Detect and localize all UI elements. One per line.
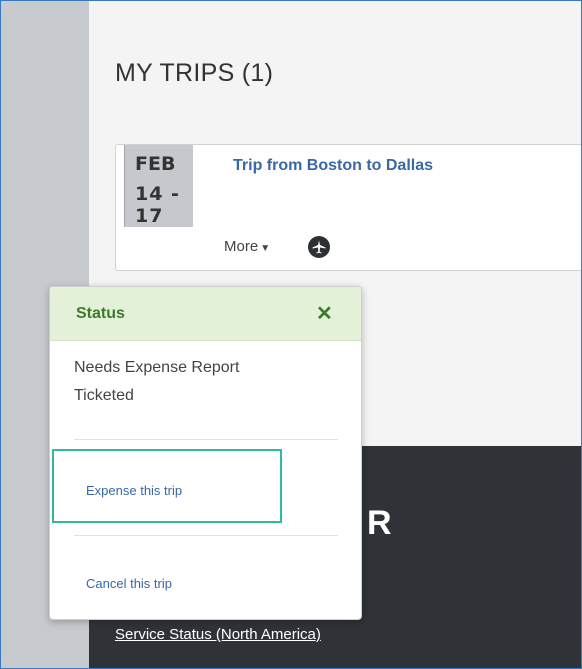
expense-this-trip-link[interactable]: Expense this trip [86,483,182,498]
more-dropdown-button[interactable]: More ▼ [224,238,270,255]
more-label: More [224,238,259,255]
popover-divider [74,439,338,440]
status-popover-header: Status ✕ [50,287,361,341]
trip-card: FEB 14 - 17 Trip from Boston to Dallas M… [115,144,581,271]
trip-days: 14 - 17 [135,183,180,227]
page-title: MY TRIPS (1) [115,59,274,87]
trip-title-link[interactable]: Trip from Boston to Dallas [233,157,433,175]
trip-date-block: FEB 14 - 17 [124,145,193,227]
caret-down-icon: ▼ [260,243,271,254]
airplane-icon[interactable] [308,236,330,258]
footer-heading-partial: R [367,504,392,542]
cancel-this-trip-link[interactable]: Cancel this trip [86,576,172,591]
status-popover: Status ✕ Needs Expense Report Ticketed E… [49,286,362,620]
popover-divider [74,535,338,536]
status-popover-title: Status [76,305,125,322]
window-frame: MY TRIPS (1) FEB 14 - 17 Trip from Bosto… [0,0,582,669]
service-status-link[interactable]: Service Status (North America) [115,626,321,643]
status-needs-expense-report: Needs Expense Report [74,359,240,376]
trip-month: FEB [135,153,176,175]
close-icon[interactable]: ✕ [316,301,333,326]
status-ticketed: Ticketed [74,387,134,404]
